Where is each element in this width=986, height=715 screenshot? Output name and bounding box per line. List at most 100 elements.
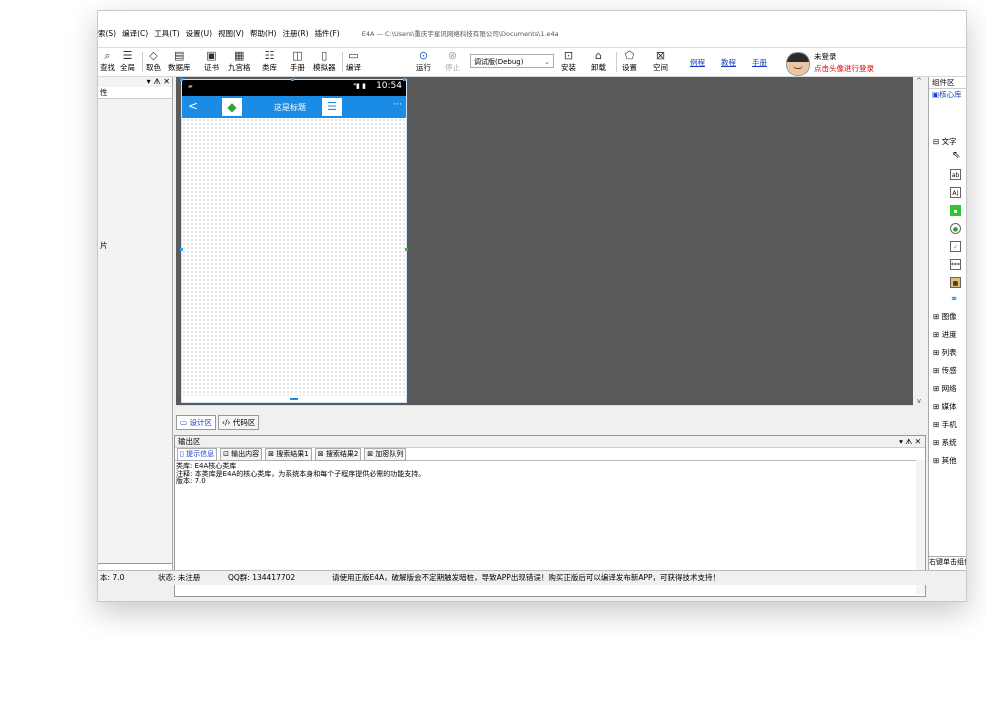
resize-handle[interactable] <box>291 78 294 81</box>
database-button[interactable]: ▤ 数据库 <box>168 49 191 72</box>
more-icon[interactable]: ··· <box>393 100 402 110</box>
settings-button[interactable]: ⬠ 设置 <box>622 49 637 72</box>
group-phone[interactable]: ⊞ 手机 <box>933 419 957 430</box>
examples-link[interactable]: 例程 <box>690 57 705 68</box>
group-progress[interactable]: ⊞ 进度 <box>933 329 957 340</box>
menu-compile[interactable]: 编译(C) <box>122 28 148 40</box>
back-icon[interactable]: < <box>188 99 198 113</box>
find-button[interactable]: ⌕ 查找 <box>100 49 115 72</box>
group-list[interactable]: ⊞ 列表 <box>933 347 957 358</box>
group-system[interactable]: ⊞ 系统 <box>933 437 957 448</box>
design-horizontal-scrollbar[interactable] <box>176 405 913 415</box>
window-title: E4A — C:\Users\重庆宇星讯网络科技有限公司\Documents\1… <box>361 30 559 38</box>
scroll-down-icon[interactable]: v <box>914 397 924 405</box>
phone-title: 这是标题 <box>274 103 306 112</box>
image-icon[interactable]: ▦ <box>950 277 961 288</box>
tab-search-results-1[interactable]: ⊠ 搜索结果1 <box>265 448 312 461</box>
search-icon: ⌕ <box>104 49 111 62</box>
app-window: 索(S) 编译(C) 工具(T) 设置(U) 视图(V) 帮助(H) 注册(R)… <box>97 10 967 602</box>
output-header: 输出区 ▾ ᗑ ✕ <box>175 436 925 448</box>
status-registration: 状态: 未注册 <box>158 573 201 582</box>
install-button[interactable]: ⊡ 安装 <box>561 49 576 72</box>
tab-hints[interactable]: ▯ 提示信息 <box>177 448 218 461</box>
textbox-icon[interactable]: A| <box>950 187 961 198</box>
login-prompt[interactable]: 点击头像进行登录 <box>814 63 874 74</box>
design-canvas[interactable]: ▰ ⁴▮ ▮ 10:54 < ◆ 这是标题 ☰ ··· <box>176 77 913 405</box>
manual-button[interactable]: ◫ 手册 <box>290 49 305 72</box>
tab-code[interactable]: ‹/› 代码区 <box>217 415 260 430</box>
menu-settings[interactable]: 设置(U) <box>186 28 212 40</box>
certificate-button[interactable]: ▣ 证书 <box>204 49 219 72</box>
run-button[interactable]: ⊙ 运行 <box>416 49 431 72</box>
avatar[interactable] <box>786 52 810 76</box>
pointer-icon[interactable]: ⇖ <box>952 150 960 161</box>
menu-view[interactable]: 视图(V) <box>218 28 244 40</box>
emulator-button[interactable]: ▯ 模拟器 <box>313 49 336 72</box>
status-message: 请使用正版E4A，破解版会不定期触发暗桩，导致APP出现错误！购买正版后可以编译… <box>332 573 720 582</box>
menu-plugins[interactable]: 插件(F) <box>315 28 340 40</box>
phone-preview[interactable]: ▰ ⁴▮ ▮ 10:54 < ◆ 这是标题 ☰ ··· <box>181 79 407 403</box>
color-picker-button[interactable]: ◇ 取色 <box>146 49 161 72</box>
status-version: 本: 7.0 <box>100 573 125 582</box>
phone-action-bar[interactable]: < ◆ 这是标题 ☰ ··· <box>182 96 406 118</box>
group-other[interactable]: ⊞ 其他 <box>933 455 957 466</box>
radio-icon[interactable]: ● <box>950 223 961 234</box>
checkbox-icon[interactable]: ✓ <box>950 241 961 252</box>
output-line: 注释: 本类库是E4A的核心类库，为系统本身和每个子程序提供必需的功能支持。 <box>176 469 426 478</box>
stop-button[interactable]: ⊗ 停止 <box>445 49 460 72</box>
list-icon[interactable]: ☰ <box>322 98 342 116</box>
menu-help[interactable]: 帮助(H) <box>250 28 277 40</box>
resize-handle[interactable] <box>180 78 183 81</box>
library-button[interactable]: ☷ 类库 <box>262 49 277 72</box>
menu-register[interactable]: 注册(R) <box>282 28 308 40</box>
menu-search[interactable]: 索(S) <box>98 28 116 40</box>
properties-row[interactable]: 性 <box>98 87 172 99</box>
uninstall-icon: ⌂ <box>595 49 602 62</box>
chevron-down-icon: ⌄ <box>544 58 550 66</box>
output-text[interactable]: 类库: E4A核心类库 注释: 本类库是E4A的核心类库，为系统本身和每个子程序… <box>175 461 925 486</box>
status-bar: 本: 7.0 状态: 未注册 QQ群: 134417702 请使用正版E4A，破… <box>98 570 966 585</box>
core-library-tab[interactable]: ▣核心库 <box>929 89 966 100</box>
group-text[interactable]: ⊟ 文字 <box>933 136 957 147</box>
build-mode-value: 调试版(Debug) <box>474 58 524 66</box>
nine-grid-button[interactable]: ▦ 九宫格 <box>228 49 251 72</box>
group-media[interactable]: ⊞ 媒体 <box>933 401 957 412</box>
scroll-up-icon[interactable]: ^ <box>914 77 924 85</box>
build-mode-select[interactable]: 调试版(Debug) ⌄ <box>470 54 554 68</box>
panel-controls[interactable]: ▾ ᗑ ✕ <box>98 77 172 87</box>
group-sensor[interactable]: ⊞ 传感 <box>933 365 957 376</box>
tutorial-link[interactable]: 教程 <box>721 57 736 68</box>
tab-search-results-2[interactable]: ⊠ 搜索结果2 <box>314 448 362 461</box>
design-vertical-scrollbar[interactable]: ^ v <box>914 77 924 405</box>
resize-handle[interactable] <box>180 248 183 251</box>
properties-panel: ▾ ᗑ ✕ 性 片 <box>98 77 173 585</box>
button-icon[interactable]: ▪ <box>950 205 961 216</box>
run-icon: ⊙ <box>418 49 429 62</box>
design-tabs: ▭ 设计区 ‹/› 代码区 <box>176 415 260 430</box>
group-image[interactable]: ⊞ 图像 <box>933 311 957 322</box>
label-icon[interactable]: ab <box>950 169 961 180</box>
resize-handle[interactable] <box>405 248 408 251</box>
components-hint: 右键单击组件 <box>929 556 967 566</box>
resize-handle[interactable] <box>403 78 406 81</box>
group-network[interactable]: ⊞ 网络 <box>933 383 957 394</box>
code-tab-icon: ‹/› <box>221 418 233 427</box>
menu-tools[interactable]: 工具(T) <box>154 28 179 40</box>
tab-encrypt-queue[interactable]: ⊠ 加密队列 <box>364 448 407 461</box>
tab-design[interactable]: ▭ 设计区 <box>176 415 216 430</box>
uninstall-button[interactable]: ⌂ 卸载 <box>591 49 606 72</box>
global-search-button[interactable]: ☰ 全局 <box>120 49 135 72</box>
manual-link[interactable]: 手册 <box>752 57 767 68</box>
link-icon[interactable]: ⚭ <box>950 294 958 305</box>
password-icon[interactable]: *** <box>950 259 961 270</box>
compile-button[interactable]: ▭ 编译 <box>346 49 361 72</box>
library-icon: ☷ <box>264 49 275 62</box>
components-panel: 组件区 ▣核心库 ⊟ 文字 ⇖ ab A| ▪ ● ✓ *** ▦ ⚭ ⊞ 图像… <box>928 77 967 585</box>
space-icon: ⊠ <box>655 49 666 62</box>
tab-output[interactable]: ⊡ 输出内容 <box>220 448 263 461</box>
toolbar-separator <box>342 52 343 72</box>
scroll-indicator <box>290 398 298 400</box>
output-controls[interactable]: ▾ ᗑ ✕ <box>899 436 921 447</box>
phone-canvas-grid[interactable] <box>182 118 406 396</box>
space-button[interactable]: ⊠ 空间 <box>653 49 668 72</box>
